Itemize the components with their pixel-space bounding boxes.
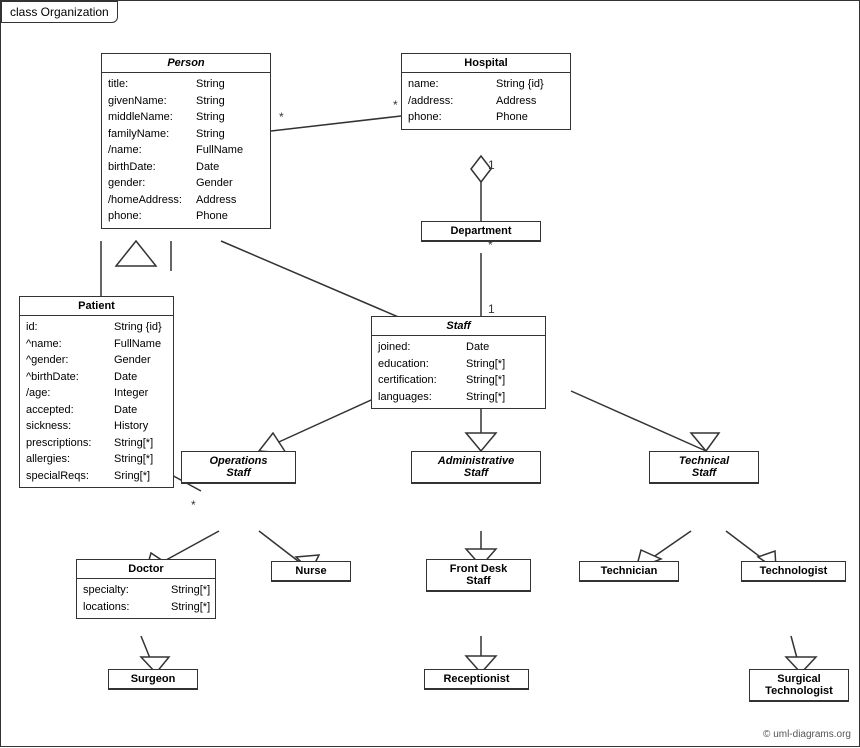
technical-staff-class: TechnicalStaff <box>649 451 759 484</box>
person-class-attrs: title:String givenName:String middleName… <box>102 73 270 228</box>
patient-class: Patient id:String {id} ^name:FullName ^g… <box>19 296 174 488</box>
surgical-technologist-class: SurgicalTechnologist <box>749 669 849 702</box>
technologist-class: Technologist <box>741 561 846 582</box>
hospital-class: Hospital name:String {id} /address:Addre… <box>401 53 571 130</box>
svg-text:1: 1 <box>488 302 495 316</box>
technician-class: Technician <box>579 561 679 582</box>
nurse-class-name: Nurse <box>272 562 350 581</box>
svg-text:*: * <box>393 98 398 112</box>
hospital-class-attrs: name:String {id} /address:Address phone:… <box>402 73 570 129</box>
person-class-name: Person <box>102 54 270 73</box>
administrative-staff-class-name: AdministrativeStaff <box>412 452 540 483</box>
diagram-container: class Organization <box>0 0 860 747</box>
diagram-title: class Organization <box>1 1 118 23</box>
staff-class-attrs: joined:Date education:String[*] certific… <box>372 336 545 408</box>
administrative-staff-class: AdministrativeStaff <box>411 451 541 484</box>
surgeon-class: Surgeon <box>108 669 198 690</box>
doctor-class-attrs: specialty:String[*] locations:String[*] <box>77 579 215 618</box>
svg-text:*: * <box>279 110 284 124</box>
department-class-name: Department <box>422 222 540 241</box>
surgical-technologist-class-name: SurgicalTechnologist <box>750 670 848 701</box>
hospital-class-name: Hospital <box>402 54 570 73</box>
patient-class-attrs: id:String {id} ^name:FullName ^gender:Ge… <box>20 316 173 487</box>
operations-staff-class-name: OperationsStaff <box>182 452 295 483</box>
staff-class-name: Staff <box>372 317 545 336</box>
front-desk-staff-class: Front DeskStaff <box>426 559 531 592</box>
staff-class: Staff joined:Date education:String[*] ce… <box>371 316 546 409</box>
doctor-class-name: Doctor <box>77 560 215 579</box>
doctor-class: Doctor specialty:String[*] locations:Str… <box>76 559 216 619</box>
technical-staff-class-name: TechnicalStaff <box>650 452 758 483</box>
person-class: Person title:String givenName:String mid… <box>101 53 271 229</box>
operations-staff-class: OperationsStaff <box>181 451 296 484</box>
svg-text:*: * <box>191 498 196 512</box>
surgeon-class-name: Surgeon <box>109 670 197 689</box>
patient-class-name: Patient <box>20 297 173 316</box>
receptionist-class: Receptionist <box>424 669 529 690</box>
svg-text:1: 1 <box>488 158 495 172</box>
receptionist-class-name: Receptionist <box>425 670 528 689</box>
copyright: © uml-diagrams.org <box>763 729 851 740</box>
technician-class-name: Technician <box>580 562 678 581</box>
nurse-class: Nurse <box>271 561 351 582</box>
front-desk-staff-class-name: Front DeskStaff <box>427 560 530 591</box>
department-class: Department <box>421 221 541 242</box>
technologist-class-name: Technologist <box>742 562 845 581</box>
